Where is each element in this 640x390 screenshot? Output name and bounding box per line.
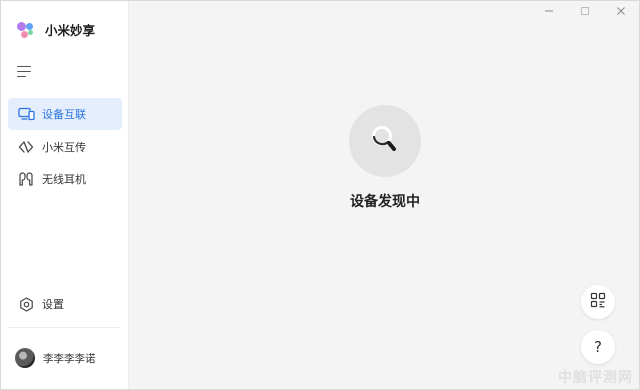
settings-hexagon-icon <box>17 296 35 312</box>
sidebar-divider <box>9 327 120 328</box>
search-magnifier-icon <box>370 124 400 158</box>
hamburger-menu-icon[interactable] <box>17 65 33 79</box>
sidebar-item-label: 小米互传 <box>42 141 86 154</box>
user-name: 李李李李诺 <box>43 352 96 365</box>
device-scan-indicator <box>349 105 421 177</box>
user-profile[interactable]: 李李李李诺 <box>15 348 96 368</box>
help-icon: ? <box>594 338 602 356</box>
window-controls <box>531 1 639 21</box>
sidebar-item-label: 设置 <box>42 298 64 311</box>
app-window: 小米妙享 设备互联 小米互传 无线耳机 设置 李李李李诺 设备发现中 ? 中脑评… <box>0 0 640 390</box>
help-button[interactable]: ? <box>581 330 615 364</box>
sidebar-item-label: 设备互联 <box>42 108 86 121</box>
watermark: 中脑评测网 <box>558 370 633 386</box>
sidebar-item-wireless-earbuds[interactable]: 无线耳机 <box>8 163 122 195</box>
app-brand: 小米妙享 <box>15 18 95 40</box>
minimize-icon[interactable] <box>531 1 567 21</box>
transfer-arrows-icon <box>17 139 35 155</box>
sidebar-item-label: 无线耳机 <box>42 173 86 186</box>
scan-qr-button[interactable] <box>581 285 615 319</box>
earbuds-icon <box>17 171 35 187</box>
scan-qr-icon <box>590 292 606 312</box>
avatar <box>15 348 35 368</box>
sidebar: 小米妙享 设备互联 小米互传 无线耳机 设置 李李李李诺 <box>1 1 129 389</box>
app-title: 小米妙享 <box>45 22 96 38</box>
monitor-devices-icon <box>17 106 35 122</box>
discovery-status-text: 设备发现中 <box>350 194 420 210</box>
close-icon[interactable] <box>603 1 639 21</box>
sidebar-item-mi-share[interactable]: 小米互传 <box>8 131 122 163</box>
maximize-icon[interactable] <box>567 1 603 21</box>
sidebar-item-settings[interactable]: 设置 <box>8 288 122 320</box>
sidebar-item-device-connect[interactable]: 设备互联 <box>8 98 122 130</box>
app-logo-icon <box>15 18 37 40</box>
